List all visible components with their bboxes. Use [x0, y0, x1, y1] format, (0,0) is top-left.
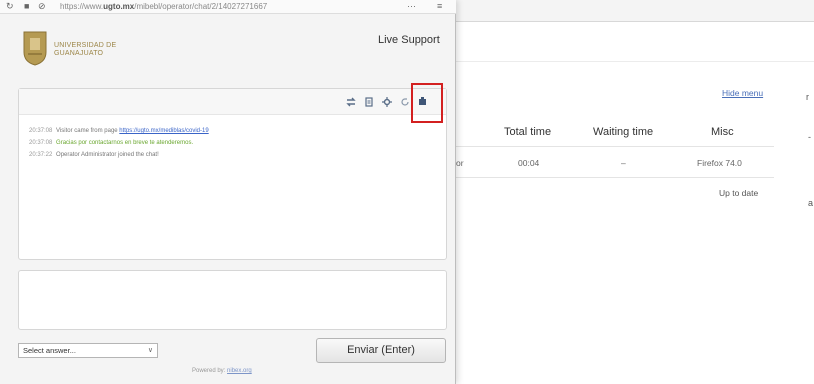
university-logo-icon: [23, 31, 47, 66]
side-mark: r: [806, 92, 809, 102]
column-header-misc[interactable]: Misc: [711, 126, 734, 138]
chevron-down-icon: ∨: [147, 347, 153, 354]
chat-popup-window: ↻ ■ ⊘ https://www.ugto.mx/mibebl/operato…: [0, 0, 456, 384]
document-icon[interactable]: [363, 96, 374, 107]
powered-by-link[interactable]: nibex.org: [227, 368, 252, 374]
refresh-icon[interactable]: [399, 96, 410, 107]
back-icon[interactable]: ↻: [6, 1, 14, 12]
send-button[interactable]: Enviar (Enter): [316, 338, 446, 363]
visitor-page-link[interactable]: https://ugto.mx/mediblas/covid-19: [119, 128, 208, 134]
table-cell-misc: Firefox 74.0: [697, 158, 742, 168]
table-cell-waiting-time: –: [621, 158, 626, 168]
chat-message: 20:37:22 Operator Administrator joined t…: [29, 152, 159, 158]
background-tab-strip: [456, 22, 814, 62]
page-icon: ■: [24, 1, 30, 11]
canned-answer-select[interactable]: Select answer... ∨: [18, 343, 158, 358]
more-icon[interactable]: ···: [407, 1, 416, 11]
status-up-to-date: Up to date: [719, 188, 759, 198]
side-mark: -: [808, 132, 811, 142]
table-cell: or: [456, 158, 464, 168]
chat-toolbar: [19, 89, 446, 115]
highlight-box: [411, 83, 443, 123]
screen: ⊡ ··· ⊚ ☆ Hide menu r r Total time Waiti…: [0, 0, 814, 384]
chat-messages-panel: 20:37:08 Visitor came from page https://…: [18, 88, 447, 260]
table-divider: [456, 146, 774, 147]
column-header-waiting-time[interactable]: Waiting time: [593, 126, 653, 138]
hide-menu-link[interactable]: Hide menu: [722, 88, 763, 98]
menu-icon[interactable]: ≡: [437, 1, 442, 11]
background-browser-toolbar: ⊡ ··· ⊚ ☆: [456, 0, 814, 22]
settings-icon[interactable]: [381, 96, 392, 107]
lock-icon: ⊘: [38, 1, 46, 11]
chat-message: 20:37:08 Gracias por contactarnos en bre…: [29, 140, 194, 146]
message-input[interactable]: [18, 270, 447, 330]
side-mark: a: [808, 198, 814, 208]
popup-address-bar[interactable]: ↻ ■ ⊘ https://www.ugto.mx/mibebl/operato…: [0, 0, 456, 14]
page-title: Live Support: [378, 34, 440, 46]
table-divider: [456, 177, 774, 178]
table-cell-total-time: 00:04: [518, 158, 540, 168]
url-text[interactable]: https://www.ugto.mx/mibebl/operator/chat…: [60, 2, 267, 11]
university-name: UNIVERSIDAD DE GUANAJUATO: [54, 42, 117, 57]
column-header-total-time[interactable]: Total time: [504, 126, 551, 138]
chat-message: 20:37:08 Visitor came from page https://…: [29, 128, 209, 134]
transfer-icon[interactable]: [345, 96, 356, 107]
powered-by: Powered by: nibex.org: [192, 368, 252, 374]
